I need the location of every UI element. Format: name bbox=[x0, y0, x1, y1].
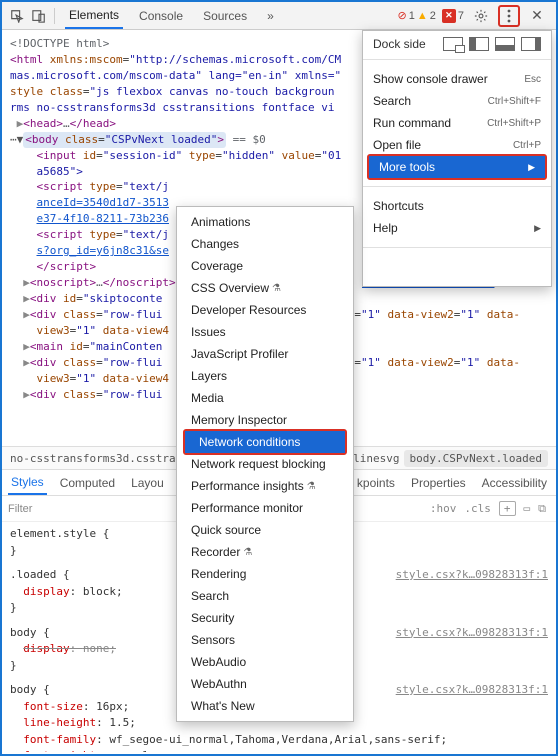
tab-sources[interactable]: Sources bbox=[199, 2, 251, 29]
submenu-item-rendering[interactable]: Rendering bbox=[177, 563, 353, 585]
submenu-item-recorder[interactable]: Recorder⚗ bbox=[177, 541, 353, 563]
panel-tabs: Elements Console Sources » bbox=[59, 2, 278, 29]
more-tools-submenu: AnimationsChangesCoverageCSS Overview⚗De… bbox=[176, 206, 354, 722]
close-icon[interactable]: ✕ bbox=[526, 5, 548, 27]
experimental-icon: ⚗ bbox=[272, 283, 281, 294]
menu-shortcuts[interactable]: Shortcuts bbox=[363, 195, 551, 217]
issue-count: 7 bbox=[458, 10, 464, 22]
submenu-item-network-request-blocking[interactable]: Network request blocking bbox=[177, 453, 353, 475]
submenu-item-javascript-profiler[interactable]: JavaScript Profiler bbox=[177, 343, 353, 365]
issues-badge[interactable]: ✕7 bbox=[442, 9, 464, 23]
inspect-icon[interactable] bbox=[6, 5, 28, 27]
submenu-item-quick-source[interactable]: Quick source bbox=[177, 519, 353, 541]
experimental-icon: ⚗ bbox=[307, 481, 316, 492]
menu-run-command[interactable]: Run commandCtrl+Shift+P bbox=[363, 112, 551, 134]
submenu-item-css-overview[interactable]: CSS Overview⚗ bbox=[177, 277, 353, 299]
submenu-item-issues[interactable]: Issues bbox=[177, 321, 353, 343]
menu-more-tools[interactable]: More tools▶ bbox=[369, 156, 545, 178]
submenu-item-changes[interactable]: Changes bbox=[177, 233, 353, 255]
source-link[interactable]: style.csx?k…09828313f:1 bbox=[396, 625, 548, 642]
submenu-item-network-conditions[interactable]: Network conditions bbox=[185, 431, 345, 453]
subtab-layout[interactable]: Layou bbox=[128, 470, 167, 495]
dock-label: Dock side bbox=[373, 37, 426, 51]
submenu-item-what's-new[interactable]: What's New bbox=[177, 695, 353, 717]
crumb-mid[interactable]: nlinesvg bbox=[347, 452, 400, 465]
tab-console[interactable]: Console bbox=[135, 2, 187, 29]
submenu-item-webauthn[interactable]: WebAuthn bbox=[177, 673, 353, 695]
submenu-item-developer-resources[interactable]: Developer Resources bbox=[177, 299, 353, 321]
kebab-menu-icon[interactable] bbox=[498, 5, 520, 27]
dock-right-icon[interactable] bbox=[521, 37, 541, 51]
crumb-left: no-csstransforms3d.csstrans bbox=[10, 452, 189, 465]
crumb-selected[interactable]: body.CSPvNext.loaded bbox=[404, 450, 548, 467]
subtab-breakpoints[interactable]: kpoints bbox=[354, 470, 398, 495]
menu-open-file[interactable]: Open fileCtrl+P bbox=[363, 134, 551, 156]
dock-left-icon[interactable] bbox=[469, 37, 489, 51]
error-count: 1 bbox=[409, 10, 415, 22]
menu-search[interactable]: SearchCtrl+Shift+F bbox=[363, 90, 551, 112]
menu-show-console-drawer[interactable]: Show console drawerEsc bbox=[363, 68, 551, 90]
submenu-item-media[interactable]: Media bbox=[177, 387, 353, 409]
dock-bottom-icon[interactable] bbox=[495, 37, 515, 51]
tab-elements[interactable]: Elements bbox=[65, 2, 123, 29]
subtab-properties[interactable]: Properties bbox=[408, 470, 469, 495]
source-link[interactable]: style.csx?k…09828313f:1 bbox=[396, 567, 548, 584]
warning-count: 2 bbox=[430, 10, 436, 22]
experimental-icon: ⚗ bbox=[243, 547, 252, 558]
submenu-item-webaudio[interactable]: WebAudio bbox=[177, 651, 353, 673]
menu-help[interactable]: Help▶ bbox=[363, 217, 551, 239]
submenu-item-performance-monitor[interactable]: Performance monitor bbox=[177, 497, 353, 519]
cls-toggle[interactable]: .cls bbox=[464, 502, 491, 515]
devtools-toolbar: Elements Console Sources » ⊘1 ▲2 ✕7 ✕ bbox=[2, 2, 556, 30]
filter-input[interactable]: Filter bbox=[8, 503, 32, 515]
submenu-item-search[interactable]: Search bbox=[177, 585, 353, 607]
submenu-item-performance-insights[interactable]: Performance insights⚗ bbox=[177, 475, 353, 497]
submenu-item-layers[interactable]: Layers bbox=[177, 365, 353, 387]
submenu-item-sensors[interactable]: Sensors bbox=[177, 629, 353, 651]
submenu-item-security[interactable]: Security bbox=[177, 607, 353, 629]
device-toggle-icon[interactable] bbox=[28, 5, 50, 27]
hov-toggle[interactable]: :hov bbox=[430, 502, 457, 515]
computed-styles-sidebar-icon[interactable]: ▭ bbox=[524, 502, 531, 515]
submenu-item-memory-inspector[interactable]: Memory Inspector bbox=[177, 409, 353, 431]
subtab-accessibility[interactable]: Accessibility bbox=[479, 470, 550, 495]
tab-overflow-icon[interactable]: » bbox=[263, 2, 278, 29]
error-warning-badge[interactable]: ⊘1 ▲2 bbox=[398, 9, 436, 22]
subtab-computed[interactable]: Computed bbox=[57, 470, 118, 495]
submenu-item-animations[interactable]: Animations bbox=[177, 211, 353, 233]
submenu-item-coverage[interactable]: Coverage bbox=[177, 255, 353, 277]
dock-side-row: Dock side bbox=[363, 31, 551, 57]
subtab-styles[interactable]: Styles bbox=[8, 470, 47, 495]
new-style-rule-icon[interactable]: + bbox=[499, 501, 516, 516]
main-menu: Dock side Show console drawerEsc SearchC… bbox=[362, 30, 552, 287]
source-link[interactable]: style.csx?k…09828313f:1 bbox=[396, 682, 548, 699]
dock-undock-icon[interactable] bbox=[443, 37, 463, 51]
gear-icon[interactable] bbox=[470, 5, 492, 27]
toggle-rendering-icon[interactable]: ⧉ bbox=[538, 502, 546, 516]
